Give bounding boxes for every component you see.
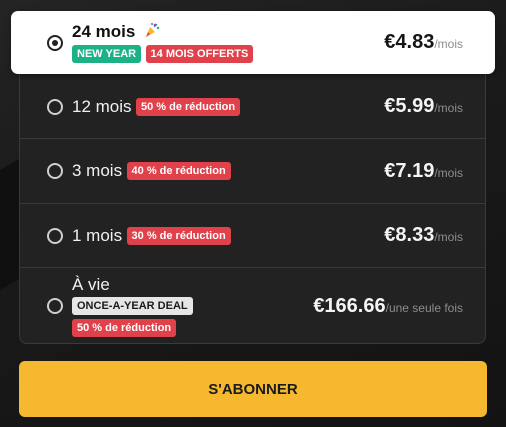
radio-button[interactable]: [47, 163, 63, 179]
discount-badge: 50 % de réduction: [135, 97, 241, 116]
price-period: /mois: [434, 101, 463, 115]
plan-name: 12 mois: [72, 96, 132, 116]
radio-button[interactable]: [47, 98, 63, 115]
plan-name: 3 mois: [72, 161, 123, 180]
subscribe-button[interactable]: S'ABONNER: [19, 361, 487, 417]
plan-name: À vie: [72, 274, 110, 294]
plan-name: 1 mois: [72, 225, 123, 245]
radio-button[interactable]: [47, 298, 63, 314]
plan-price: €166.66: [313, 294, 386, 317]
plan-name: 24 mois: [72, 22, 136, 42]
price-period: /une seule fois: [385, 300, 463, 315]
plan-price: €8.33: [384, 224, 435, 246]
plan-option-24-months[interactable]: 24 mois NEW YEAR 14 MOIS OFFERTS €4.83/m…: [11, 11, 495, 74]
plan-price: €4.83: [384, 31, 435, 53]
deal-badge: ONCE-A-YEAR DEAL: [72, 296, 193, 315]
plan-option-12-months[interactable]: 12 mois 50 % de réduction €5.99/mois: [19, 75, 486, 139]
promo-badge: NEW YEAR: [72, 44, 142, 63]
plan-price: €7.19: [384, 159, 435, 182]
discount-badge: 30 % de réduction: [126, 226, 231, 245]
price-period: /mois: [434, 165, 463, 180]
discount-badge: 14 MOIS OFFERTS: [145, 44, 254, 63]
party-popper-icon: [144, 22, 160, 43]
radio-button[interactable]: [47, 227, 63, 244]
plan-price: €5.99: [384, 95, 435, 117]
plan-option-lifetime[interactable]: À vie ONCE-A-YEAR DEAL 50 % de réduction…: [19, 268, 486, 344]
price-period: /mois: [434, 230, 463, 244]
discount-badge: 40 % de réduction: [126, 162, 231, 180]
radio-button-selected[interactable]: [47, 34, 63, 51]
plan-option-1-month[interactable]: 1 mois 30 % de réduction €8.33/mois: [19, 204, 486, 268]
plan-option-3-months[interactable]: 3 mois 40 % de réduction €7.19/mois: [19, 139, 486, 204]
price-period: /mois: [434, 37, 463, 51]
discount-badge: 50 % de réduction: [72, 319, 177, 337]
